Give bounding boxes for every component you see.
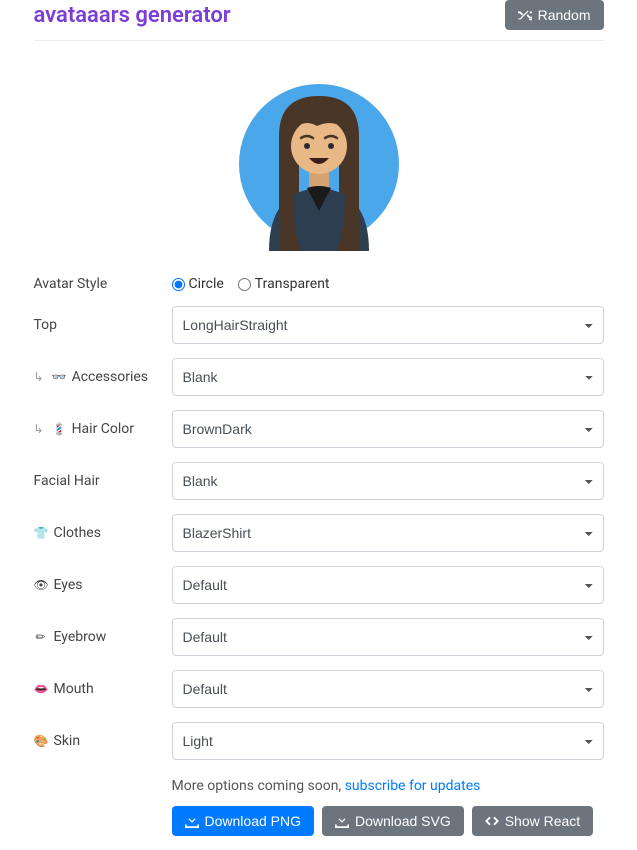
download-png-button[interactable]: Download PNG	[172, 806, 315, 836]
mouth-select[interactable]: Default	[172, 670, 604, 708]
eyes-label: 👁 Eyes	[34, 577, 172, 593]
mouth-row: 👄 Mouth Default	[34, 670, 604, 708]
download-icon	[335, 814, 349, 828]
eyebrow-row: ✏ Eyebrow Default	[34, 618, 604, 656]
avatar-style-row: Avatar Style Circle Transparent	[34, 276, 604, 292]
accessories-row: ↳ 👓 Accessories Blank	[34, 358, 604, 396]
mouth-label-text: Mouth	[54, 681, 94, 697]
eyes-select[interactable]: Default	[172, 566, 604, 604]
code-icon	[485, 814, 499, 828]
skin-row: 🎨 Skin Light	[34, 722, 604, 760]
facial-hair-row: Facial Hair Blank	[34, 462, 604, 500]
indent-icon: ↳	[34, 370, 44, 384]
radio-transparent[interactable]: Transparent	[238, 276, 330, 292]
hair-color-label-text: Hair Color	[72, 421, 134, 437]
glasses-icon: 👓	[52, 370, 66, 384]
mouth-icon: 👄	[34, 682, 48, 696]
header: avataaars generator Random	[34, 0, 604, 41]
eyes-label-text: Eyes	[54, 577, 83, 593]
clothes-row: 👕 Clothes BlazerShirt	[34, 514, 604, 552]
avatar-style-label: Avatar Style	[34, 276, 172, 292]
hair-color-label: ↳ 💈 Hair Color	[34, 421, 172, 437]
facial-hair-label-text: Facial Hair	[34, 473, 100, 489]
download-png-label: Download PNG	[205, 813, 302, 829]
clothes-label: 👕 Clothes	[34, 525, 172, 541]
facial-hair-select[interactable]: Blank	[172, 462, 604, 500]
top-label-text: Top	[34, 317, 58, 333]
eyebrow-select[interactable]: Default	[172, 618, 604, 656]
skin-label-text: Skin	[54, 733, 81, 749]
facial-hair-label: Facial Hair	[34, 473, 172, 489]
radio-transparent-label: Transparent	[255, 276, 330, 292]
top-select[interactable]: LongHairStraight	[172, 306, 604, 344]
indent-icon: ↳	[34, 422, 44, 436]
random-button-label: Random	[538, 7, 591, 23]
palette-icon: 🎨	[34, 734, 48, 748]
shirt-icon: 👕	[34, 526, 48, 540]
avatar-image	[239, 76, 399, 251]
show-react-button[interactable]: Show React	[472, 806, 593, 836]
skin-select[interactable]: Light	[172, 722, 604, 760]
shuffle-icon	[518, 8, 532, 22]
top-row: Top LongHairStraight	[34, 306, 604, 344]
radio-circle-label: Circle	[189, 276, 224, 292]
radio-transparent-input[interactable]	[238, 278, 251, 291]
accessories-select[interactable]: Blank	[172, 358, 604, 396]
radio-circle-input[interactable]	[172, 278, 185, 291]
skin-label: 🎨 Skin	[34, 733, 172, 749]
download-icon	[185, 814, 199, 828]
subscribe-link[interactable]: subscribe for updates	[345, 778, 481, 794]
random-button[interactable]: Random	[505, 0, 604, 30]
barber-icon: 💈	[52, 422, 66, 436]
radio-circle[interactable]: Circle	[172, 276, 224, 292]
download-buttons: Download PNG Download SVG Show React	[172, 806, 594, 836]
footer-row: More options coming soon, subscribe for …	[172, 774, 604, 836]
clothes-select[interactable]: BlazerShirt	[172, 514, 604, 552]
accessories-label-text: Accessories	[72, 369, 148, 385]
more-options-prefix: More options coming soon,	[172, 778, 345, 794]
download-svg-button[interactable]: Download SVG	[322, 806, 464, 836]
avatar-style-radio-group: Circle Transparent	[172, 276, 604, 292]
download-svg-label: Download SVG	[355, 813, 451, 829]
accessories-label: ↳ 👓 Accessories	[34, 369, 172, 385]
eyebrow-label-text: Eyebrow	[54, 629, 107, 645]
more-options-text: More options coming soon, subscribe for …	[172, 778, 481, 794]
hair-color-row: ↳ 💈 Hair Color BrownDark	[34, 410, 604, 448]
avatar-preview	[34, 76, 604, 251]
hair-color-select[interactable]: BrownDark	[172, 410, 604, 448]
eyebrow-label: ✏ Eyebrow	[34, 629, 172, 645]
clothes-label-text: Clothes	[54, 525, 101, 541]
pencil-icon: ✏	[34, 630, 48, 644]
mouth-label: 👄 Mouth	[34, 681, 172, 697]
eye-icon: 👁	[34, 578, 48, 592]
page-title: avataaars generator	[34, 3, 231, 28]
show-react-label: Show React	[505, 813, 580, 829]
top-label: Top	[34, 317, 172, 333]
eyes-row: 👁 Eyes Default	[34, 566, 604, 604]
